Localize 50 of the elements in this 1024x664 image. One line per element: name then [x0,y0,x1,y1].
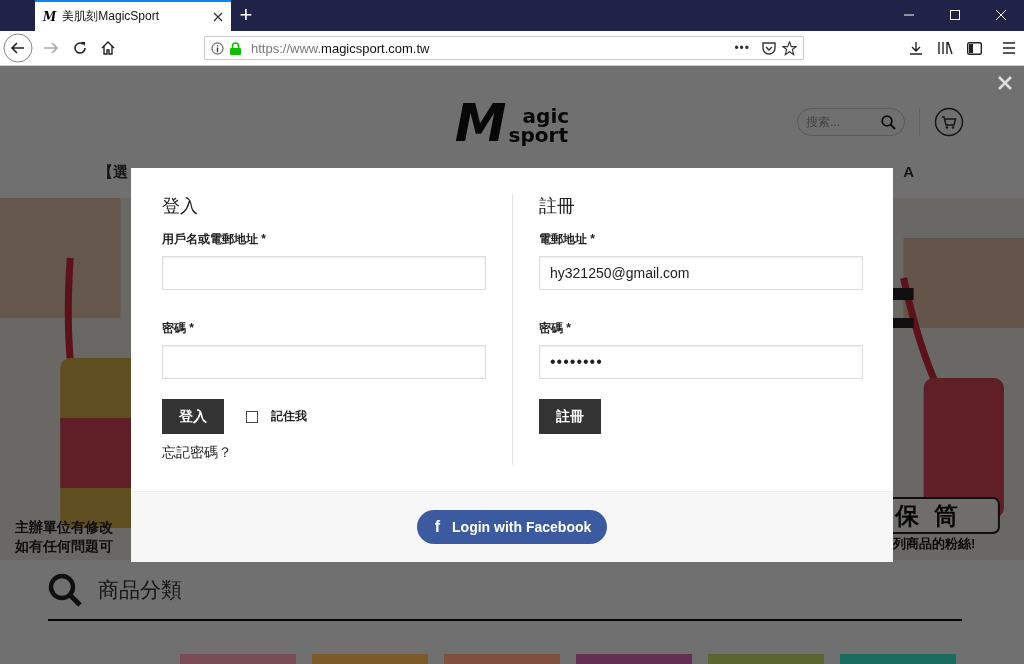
download-icon[interactable] [909,41,923,55]
category-tile[interactable] [444,654,560,664]
login-title: 登入 [162,195,198,218]
password-field[interactable] [162,345,486,379]
facebook-login-button[interactable]: f Login with Facebook [416,510,608,544]
field-label: 電郵地址 * [539,231,595,248]
forgot-password-link[interactable]: 忘記密碼？ [162,444,232,462]
nav-item[interactable]: 【選 [98,163,128,182]
category-tile[interactable] [708,654,824,664]
site-favicon: M [43,9,57,24]
browser-tab[interactable]: M 美肌刻MagicSport [35,0,231,31]
address-bar[interactable]: https://www.magicsport.com.tw ••• [204,36,804,60]
maximize-icon[interactable] [950,10,960,20]
category-tile[interactable] [576,654,692,664]
sidebar-icon[interactable] [967,41,982,55]
password-field[interactable]: •••••••• [539,345,863,379]
new-tab-button[interactable]: + [231,0,261,31]
cart-icon[interactable] [934,107,964,137]
register-title: 註冊 [539,195,575,218]
home-icon[interactable] [101,41,115,55]
category-tile[interactable] [312,654,428,664]
info-icon[interactable] [211,41,224,55]
checkbox-label: 記住我 [271,408,307,425]
reload-icon[interactable] [73,41,87,55]
tab-title: 美肌刻MagicSport [62,8,160,25]
category-tile[interactable] [840,654,956,664]
username-field[interactable] [162,256,486,290]
category-tile[interactable] [180,654,296,664]
search-icon [48,572,82,607]
bookmark-star-icon[interactable] [782,40,797,56]
register-button[interactable]: 註冊 [539,399,601,434]
nav-item[interactable]: A [903,163,914,182]
section-heading: 商品分類 [98,576,182,603]
email-field[interactable]: hy321250@gmail.com [539,256,863,290]
url-text: https://www.magicsport.com.tw [251,40,430,56]
back-icon[interactable] [3,33,33,63]
promo-subtitle: 列商品的粉絲! [893,535,976,553]
menu-icon[interactable] [1002,42,1016,54]
field-label: 用戶名或電郵地址 * [162,231,266,248]
field-label: 密碼 * [539,320,571,337]
lock-icon [230,41,241,55]
checkbox[interactable] [246,410,258,423]
field-label: 密碼 * [162,320,194,337]
library-icon[interactable] [937,41,953,55]
page-actions-button[interactable]: ••• [734,41,750,55]
login-button[interactable]: 登入 [162,399,224,434]
search-icon[interactable] [881,114,896,130]
pocket-icon[interactable] [762,41,776,55]
promo-title: 保 筒 [895,501,962,531]
close-tab-icon[interactable] [213,11,223,22]
